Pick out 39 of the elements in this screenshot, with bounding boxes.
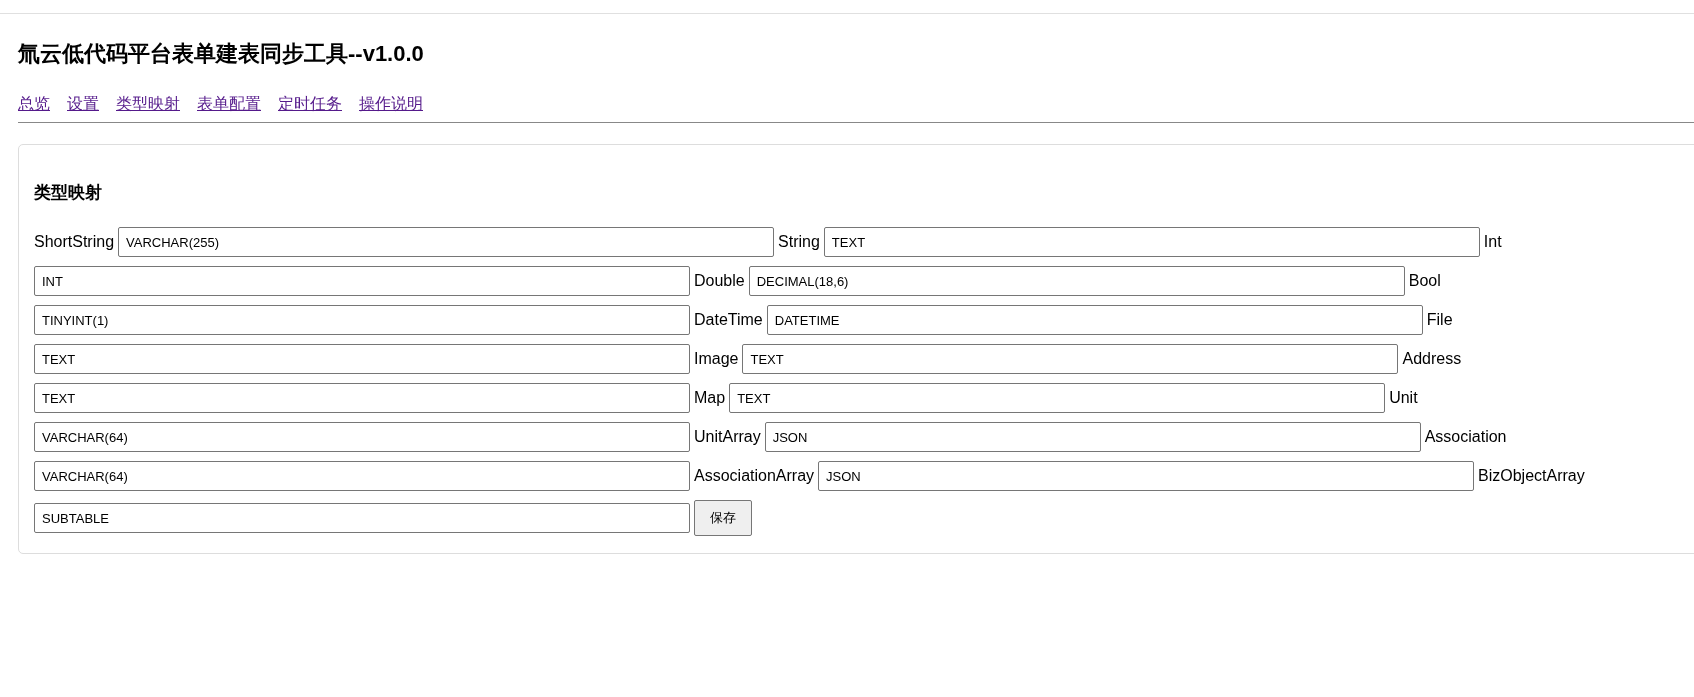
- input-field[interactable]: JSON: [818, 461, 1475, 491]
- input-field[interactable]: TEXT: [729, 383, 1386, 413]
- nav-link[interactable]: 表单配置: [197, 94, 261, 114]
- field-label: AssociationArray: [694, 466, 815, 486]
- input-field[interactable]: TEXT: [34, 344, 690, 374]
- field-label: Bool: [1408, 271, 1441, 291]
- field-label: BizObjectArray: [1478, 466, 1585, 486]
- field-label: File: [1426, 310, 1453, 330]
- input-field[interactable]: TEXT: [34, 383, 690, 413]
- field-label: Map: [694, 388, 726, 408]
- field-label: Address: [1402, 349, 1462, 369]
- field-label: Int: [1483, 232, 1502, 252]
- field-label: Double: [694, 271, 745, 291]
- nav-link[interactable]: 类型映射: [116, 94, 180, 114]
- save-button[interactable]: 保存: [694, 500, 752, 536]
- page-title: 氚云低代码平台表单建表同步工具--v1.0.0: [18, 40, 425, 68]
- field-label: UnitArray: [694, 427, 761, 447]
- field-label: String: [778, 232, 820, 252]
- input-field[interactable]: INT: [34, 266, 690, 296]
- field-label: ShortString: [34, 232, 115, 252]
- input-field[interactable]: TINYINT(1): [34, 305, 690, 335]
- input-field[interactable]: VARCHAR(255): [118, 227, 775, 257]
- input-field[interactable]: JSON: [764, 422, 1421, 452]
- field-label: Unit: [1389, 388, 1418, 408]
- field-label: DateTime: [694, 310, 763, 330]
- input-field[interactable]: SUBTABLE: [34, 503, 690, 533]
- nav-link[interactable]: 定时任务: [278, 94, 342, 114]
- nav-link[interactable]: 设置: [67, 94, 99, 114]
- field-label: Association: [1424, 427, 1507, 447]
- field-label: Image: [694, 349, 739, 369]
- input-field[interactable]: TEXT: [823, 227, 1480, 257]
- input-field[interactable]: VARCHAR(64): [34, 422, 690, 452]
- input-field[interactable]: DATETIME: [766, 305, 1423, 335]
- nav-link[interactable]: 操作说明: [359, 94, 423, 114]
- input-field[interactable]: DECIMAL(18,6): [748, 266, 1405, 296]
- input-field[interactable]: VARCHAR(64): [34, 461, 690, 491]
- nav-link[interactable]: 总览: [18, 94, 50, 114]
- input-field[interactable]: TEXT: [742, 344, 1399, 374]
- section-heading: 类型映射: [34, 182, 103, 204]
